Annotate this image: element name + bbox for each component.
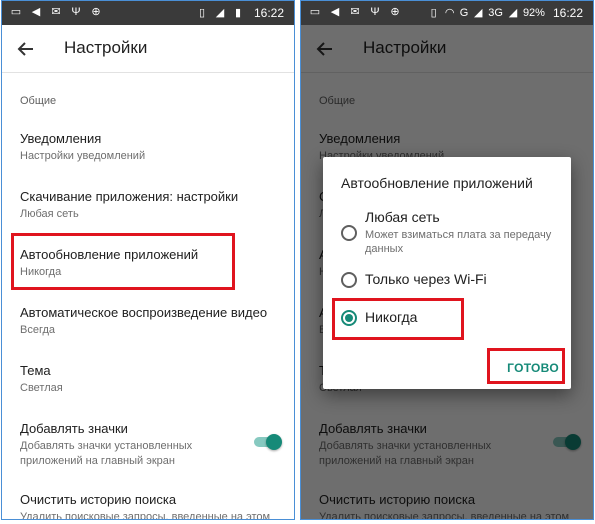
page-title: Настройки	[64, 38, 148, 57]
pref-subtitle: Любая сеть	[20, 208, 79, 220]
signal-icon-2: ◢	[508, 7, 518, 19]
highlight-done-button	[487, 348, 565, 384]
usb-icon: Ψ	[71, 6, 81, 18]
pref-clear-search-history[interactable]: Очистить историю поиска Удалить поисковы…	[20, 492, 282, 520]
mail-icon: ✉	[51, 6, 61, 18]
signal-icon: ◢	[474, 7, 483, 19]
pref-title: Скачивание приложения: настройки	[20, 189, 239, 204]
status-bar-notifications: ▭ ◀ ✉ Ψ ⊕	[10, 6, 102, 18]
highlight-never-option	[332, 298, 464, 340]
pref-theme[interactable]: Тема Светлая	[20, 363, 282, 396]
pref-subtitle: Настройки уведомлений	[20, 150, 146, 162]
wifi-icon: ◠	[444, 7, 455, 19]
send-icon: ◀	[330, 6, 340, 18]
app-notification-icon: ⊕	[91, 6, 101, 18]
mail-icon: ✉	[350, 6, 360, 18]
pref-download-settings[interactable]: Скачивание приложения: настройки Любая с…	[20, 189, 282, 222]
option-label: Только через Wi-Fi	[365, 271, 487, 287]
network-type-alt: G	[459, 7, 469, 19]
app-notification-icon: ⊕	[390, 6, 400, 18]
dialog-title: Автообновление приложений	[341, 175, 533, 191]
radio-any-network[interactable]	[341, 225, 357, 241]
vibrate-icon: ▯	[430, 7, 437, 19]
add-icons-toggle[interactable]	[254, 434, 282, 450]
send-icon: ◀	[31, 6, 41, 18]
pref-subtitle: Всегда	[20, 324, 56, 336]
pref-title: Уведомления	[20, 131, 102, 146]
option-label: Любая сеть	[365, 209, 440, 225]
pref-notifications[interactable]: Уведомления Настройки уведомлений	[20, 131, 282, 164]
settings-screen-right: ▭ ◀ ✉ Ψ ⊕ ▯ ◠ G ◢ 3G ◢ 92% 16:22 Настрой…	[300, 0, 594, 520]
option-wifi-only[interactable]: Только через Wi-Fi	[341, 271, 561, 293]
pref-title: Автоматическое воспроизведение видео	[20, 305, 268, 320]
pref-video-autoplay[interactable]: Автоматическое воспроизведение видео Все…	[20, 305, 282, 338]
messages-icon: ▭	[10, 6, 22, 18]
pref-title: Добавлять значки	[20, 421, 128, 436]
pref-add-icons[interactable]: Добавлять значки Добавлять значки устано…	[20, 421, 234, 469]
back-arrow-icon[interactable]	[16, 39, 36, 59]
pref-title: Очистить историю поиска	[20, 492, 177, 507]
network-type: 3G	[488, 7, 503, 19]
settings-screen-left: ▭ ◀ ✉ Ψ ⊕ ▯ ◢ ▮ 16:22 Настройки Общие Ув…	[1, 0, 295, 520]
status-time: 16:22	[253, 6, 284, 20]
signal-icon: ◢	[215, 7, 225, 19]
app-bar: Настройки	[2, 25, 294, 73]
battery-percent: 92%	[522, 7, 545, 19]
status-bar-system: ▯ ◢ ▮ 16:22	[196, 6, 284, 20]
radio-wifi-only[interactable]	[341, 272, 357, 288]
vibrate-icon: ▯	[198, 7, 205, 19]
option-any-network[interactable]: Любая сеть Может взиматься плата за пере…	[341, 209, 561, 263]
status-bar-system: ▯ ◠ G ◢ 3G ◢ 92% 16:22	[428, 6, 583, 20]
status-bar: ▭ ◀ ✉ Ψ ⊕ ▯ ◢ ▮ 16:22	[2, 1, 294, 25]
status-bar: ▭ ◀ ✉ Ψ ⊕ ▯ ◠ G ◢ 3G ◢ 92% 16:22	[301, 1, 593, 25]
status-bar-notifications: ▭ ◀ ✉ Ψ ⊕	[309, 6, 401, 18]
usb-icon: Ψ	[370, 6, 380, 18]
comparison-canvas: ▭ ◀ ✉ Ψ ⊕ ▯ ◢ ▮ 16:22 Настройки Общие Ув…	[0, 0, 595, 524]
battery-icon: ▮	[234, 7, 241, 19]
status-time: 16:22	[552, 6, 583, 20]
pref-subtitle: Удалить поисковые запросы, введенные на …	[20, 511, 271, 520]
pref-title: Тема	[20, 363, 51, 378]
highlight-auto-update	[11, 233, 235, 290]
pref-subtitle: Светлая	[20, 382, 63, 394]
option-sublabel: Может взиматься плата за передачу данных	[365, 229, 552, 255]
messages-icon: ▭	[309, 6, 321, 18]
section-header-general: Общие	[20, 95, 57, 107]
pref-subtitle: Добавлять значки установленных приложени…	[20, 440, 193, 467]
toggle-thumb	[266, 434, 282, 450]
